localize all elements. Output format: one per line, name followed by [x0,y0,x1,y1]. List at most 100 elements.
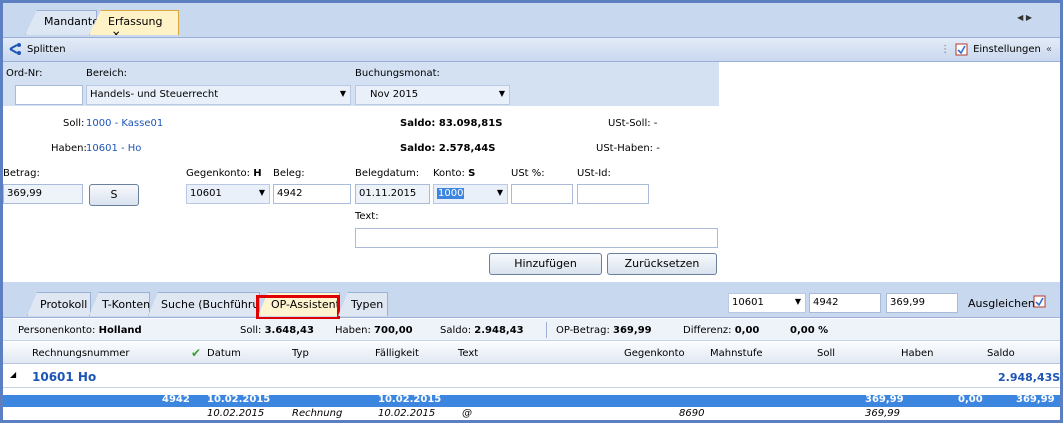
column-soll[interactable]: Soll [817,348,835,359]
personenkonto-value: Holland [98,325,142,336]
summary-bar [3,319,1060,341]
cell-typ: Rechnung [292,408,343,419]
column-datum[interactable]: Datum [207,348,241,359]
gegenkonto-value: 10601 [190,188,222,199]
summary-haben: Haben: 700,00 [335,325,413,336]
ord-nr-label: Ord-Nr: [6,68,43,79]
expand-icon[interactable]: ◢ [10,370,16,379]
konto-label: Konto: S [433,168,475,179]
column-mahnstufe[interactable]: Mahnstufe [710,348,763,359]
splitter[interactable] [3,282,1060,290]
tab-erfassung[interactable]: Erfassung ✕ [89,10,179,35]
summary-haben-label: Haben: [335,325,371,336]
column-typ[interactable]: Typ [292,348,309,359]
ust-pct-input[interactable] [511,184,573,204]
soll-haben-toggle-button[interactable]: S [89,184,139,206]
settings-label: Einstellungen [973,44,1041,55]
bereich-label: Bereich: [86,68,128,79]
summary-saldo-label: Saldo: [440,325,472,336]
cell-text: @ [462,408,472,419]
tab-mandanten[interactable]: Mandanten [25,10,97,35]
reset-button[interactable]: Zurücksetzen [607,253,717,275]
beleg-input[interactable]: 4942 [273,184,351,204]
gegenkonto-label: Gegenkonto: H [186,168,262,179]
summary-op-betrag: OP-Betrag: 369,99 [556,325,652,336]
add-button[interactable]: Hinzufügen [489,253,602,275]
grip-icon: ⋮ [940,44,951,55]
ord-nr-input[interactable] [15,85,83,105]
ausgleichen-button[interactable]: Ausgleichen [968,297,1035,310]
summary-saldo-value: 2.948,43 [474,325,524,336]
summary-soll-label: Soll: [240,325,262,336]
column-faelligkeit[interactable]: Fälligkeit [375,348,419,359]
cell-datum: 10.02.2015 [207,394,271,405]
konto-select[interactable]: 1000 ▼ [433,184,508,204]
split-button[interactable]: Splitten [9,43,66,55]
saldo-haben: Saldo: 2.578,44S [400,143,496,154]
summary-saldo: Saldo: 2.948,43 [440,325,524,336]
tab-label: T-Konten [102,298,151,311]
buchungsmonat-select[interactable]: Nov 2015 ▼ [355,85,510,105]
personenkonto: Personenkonto: Holland [18,325,142,336]
summary-haben-value: 700,00 [374,325,413,336]
account-info-panel [3,106,719,164]
chevron-down-icon: ▼ [794,297,801,306]
chevron-down-icon: ▼ [339,89,346,98]
checkmark-icon: ✔ [191,346,202,360]
betrag-input[interactable]: 369,99 [3,184,83,204]
right-empty-area [719,62,1060,282]
ust-soll: USt-Soll: - [608,118,658,129]
belegdatum-label: Belegdatum: [355,168,420,179]
summary-soll-value: 3.648,43 [264,325,314,336]
group-row[interactable] [3,364,1060,388]
gegenkonto-select[interactable]: 10601 ▼ [186,184,270,204]
konto-label-text: Konto: [433,168,465,179]
ust-pct-label: USt %: [511,168,545,179]
table-row[interactable] [3,407,1060,420]
column-gegenkonto[interactable]: Gegenkonto [624,348,685,359]
op-beleg-input[interactable]: 4942 [809,293,881,313]
tab-label: Protokoll [40,298,88,311]
ust-id-input[interactable] [577,184,649,204]
personenkonto-label: Personenkonto: [18,325,96,336]
beleg-label: Beleg: [273,168,305,179]
haben-account-link[interactable]: 10601 - Ho [86,143,141,154]
group-label: 10601 Ho [32,370,97,384]
bereich-value: Handels- und Steuerrecht [90,89,219,100]
split-icon [9,43,21,55]
settings-icon [955,43,968,56]
gegenkonto-label-text: Gegenkonto: [186,168,251,179]
saldo-soll: Saldo: 83.098,81S [400,118,503,129]
options-icon[interactable] [1033,295,1046,311]
tab-suche-buchfuehrung[interactable]: Suche (Buchführung) [148,292,260,316]
cell-faelligkeit: 10.02.2015 [378,408,436,419]
cell-faelligkeit: 10.02.2015 [378,394,442,405]
column-rechnungsnummer[interactable]: Rechnungsnummer [32,348,129,359]
belegdatum-input[interactable]: 01.11.2015 [355,184,430,204]
cell-nr: 4942 [162,394,190,405]
column-haben[interactable]: Haben [901,348,934,359]
settings-button[interactable]: ⋮ Einstellungen « [940,43,1052,56]
text-label: Text: [355,211,379,222]
toolbar: Splitten ⋮ Einstellungen « [3,38,1060,62]
cell-datum: 10.02.2015 [207,408,265,419]
tab-scroll-icons[interactable]: ◀ ▶ [1017,13,1032,22]
soll-label: Soll: [63,118,85,129]
soll-account-link[interactable]: 1000 - Kasse01 [86,118,163,129]
column-text[interactable]: Text [458,348,478,359]
tab-t-konten[interactable]: T-Konten [89,292,150,316]
collapse-icon[interactable]: « [1046,44,1052,55]
op-betrag-input[interactable]: 369,99 [886,293,958,313]
column-saldo[interactable]: Saldo [987,348,1015,359]
summary-diff-label: Differenz: [683,325,732,336]
op-konto-select[interactable]: 10601 ▼ [728,293,806,313]
cell-gegenkonto: 8690 [679,408,705,419]
chevron-down-icon: ▼ [498,89,505,98]
text-input[interactable] [355,228,718,248]
cell-soll: 369,99 [865,394,904,405]
bereich-select[interactable]: Handels- und Steuerrecht ▼ [86,85,351,105]
op-konto-value: 10601 [732,297,764,308]
konto-side: S [468,168,476,179]
tab-protokoll[interactable]: Protokoll [27,292,91,316]
summary-percentage: 0,00 % [790,325,829,336]
